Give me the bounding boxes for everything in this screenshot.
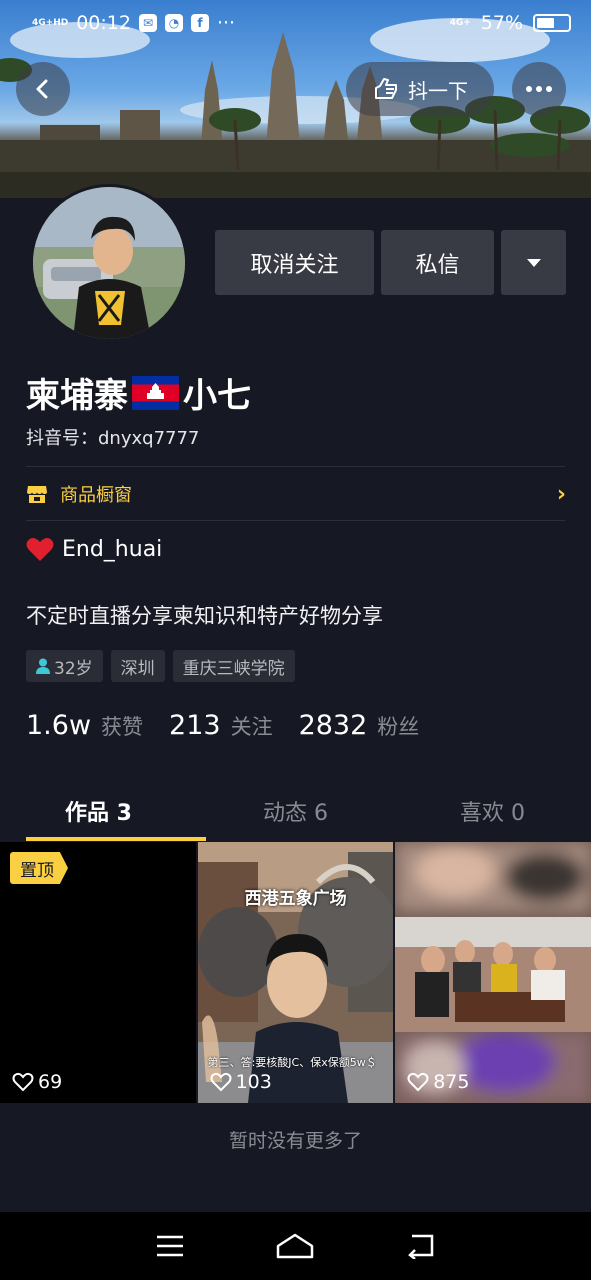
profile-stats: 1.6w 获赞 213 关注 2832 粉丝 <box>26 710 419 741</box>
male-user-icon <box>36 658 50 674</box>
dou-yi-xia-button[interactable]: 抖一下 <box>346 62 494 116</box>
likes-stat[interactable]: 1.6w 获赞 <box>26 710 143 741</box>
video-likes: 69 <box>12 1071 62 1093</box>
video-thumbnail[interactable]: 置顶 69 <box>0 842 196 1103</box>
tab-works[interactable]: 作品 3 <box>0 780 197 842</box>
mail-icon: ✉ <box>138 14 157 32</box>
no-more-content-text: 暂时没有更多了 <box>228 1130 362 1152</box>
heart-outline-icon <box>407 1072 429 1092</box>
signal-indicator: 4G+ <box>449 17 471 28</box>
battery-percent: 57% <box>480 12 523 34</box>
school-label: 重庆三峡学院 <box>182 658 285 679</box>
nickname-text-1: 柬埔寨 <box>26 376 128 416</box>
facebook-icon: f <box>190 14 209 32</box>
compass-icon: ◔ <box>164 14 183 32</box>
video-cover-image <box>395 842 591 1103</box>
chevron-left-icon <box>36 79 48 99</box>
caret-down-icon <box>526 258 541 267</box>
more-button[interactable] <box>512 62 566 116</box>
likes-label: 获赞 <box>101 715 144 739</box>
profile-page: 4G+HD 00:12 ✉ ◔ f ··· 4G+ 57% 抖一下 取消关注 私… <box>0 0 591 1280</box>
profile-bio: 不定时直播分享柬知识和特产好物分享 <box>26 604 383 628</box>
avatar-photo <box>33 187 185 339</box>
video-caption-overlay: 第三、答:要核酸JC、保x保额5w＄ <box>207 1056 377 1069</box>
video-thumbnail[interactable]: 西港五象广场 第三、答:要核酸JC、保x保额5w＄ 103 <box>197 842 394 1103</box>
nickname-text-2: 小七 <box>183 376 251 416</box>
avatar[interactable] <box>30 184 188 342</box>
tab-activity[interactable]: 动态 6 <box>197 780 394 842</box>
content-tabs: 作品 3 动态 6 喜欢 0 <box>0 780 591 842</box>
following-count: 213 <box>169 710 221 741</box>
unfollow-button[interactable]: 取消关注 <box>215 230 374 295</box>
battery-icon <box>533 14 571 32</box>
message-button[interactable]: 私信 <box>381 230 494 295</box>
following-label: 关注 <box>230 715 273 739</box>
back-button[interactable] <box>16 62 70 116</box>
shop-window-label: 商品橱窗 <box>60 485 132 506</box>
douyin-id[interactable]: 抖音号：dnyxq7777 <box>26 424 199 450</box>
ellipsis-icon <box>526 86 532 92</box>
followers-label: 粉丝 <box>377 715 420 739</box>
video-likes: 875 <box>407 1071 469 1093</box>
chevron-right-icon: › <box>556 481 566 507</box>
heart-outline-icon <box>210 1072 232 1092</box>
poke-hand-icon <box>375 78 397 99</box>
signature-text: End_huai <box>62 536 163 562</box>
more-notifications-icon: ··· <box>216 12 236 34</box>
video-thumbnail[interactable]: 875 <box>395 842 591 1103</box>
following-stat[interactable]: 213 关注 <box>169 710 273 741</box>
age-label: 32岁 <box>54 658 93 679</box>
cambodia-flag-icon <box>132 375 179 410</box>
video-likes: 103 <box>210 1071 272 1093</box>
active-tab-indicator <box>26 837 206 841</box>
back-nav-icon[interactable] <box>406 1233 436 1259</box>
school-tag: 重庆三峡学院 <box>172 650 295 682</box>
heart-emoji-icon <box>26 537 54 561</box>
home-icon[interactable] <box>275 1232 315 1260</box>
shop-icon <box>27 486 47 503</box>
profile-nickname: 柬埔寨 小七 <box>26 368 251 417</box>
recommend-dropdown-button[interactable] <box>501 230 566 295</box>
video-title-overlay: 西港五象广场 <box>244 889 347 909</box>
city-tag: 深圳 <box>110 650 165 682</box>
video-likes-count: 69 <box>38 1071 63 1093</box>
age-tag: 32岁 <box>26 650 103 682</box>
system-navigation-bar <box>0 1212 591 1280</box>
heart-outline-icon <box>12 1072 34 1092</box>
profile-tags: 32岁 深圳 重庆三峡学院 <box>26 650 295 682</box>
followers-stat[interactable]: 2832 粉丝 <box>299 710 420 741</box>
cover-banner: 4G+HD 00:12 ✉ ◔ f ··· 4G+ 57% 抖一下 <box>0 0 591 198</box>
followers-count: 2832 <box>298 710 368 741</box>
video-likes-count: 103 <box>235 1071 272 1093</box>
status-bar: 4G+HD 00:12 ✉ ◔ f ··· 4G+ 57% <box>0 0 591 46</box>
signature-line: End_huai <box>26 536 162 562</box>
video-likes-count: 875 <box>433 1071 470 1093</box>
video-grid: 置顶 69 西港五象广场 第三、答:要核酸JC、保x保额5w＄ 103 875 <box>0 842 591 1103</box>
pinned-badge: 置顶 <box>10 852 68 884</box>
divider <box>26 466 565 467</box>
tab-likes[interactable]: 喜欢 0 <box>394 780 591 842</box>
status-time: 00:12 <box>76 12 131 34</box>
menu-icon[interactable] <box>155 1234 185 1258</box>
shop-window-row[interactable]: 商品橱窗 › <box>26 478 566 510</box>
dou-yi-xia-label: 抖一下 <box>408 78 468 103</box>
divider <box>26 520 565 521</box>
city-label: 深圳 <box>120 658 155 679</box>
likes-count: 1.6w <box>26 710 92 741</box>
network-indicator: 4G+HD <box>32 17 69 28</box>
